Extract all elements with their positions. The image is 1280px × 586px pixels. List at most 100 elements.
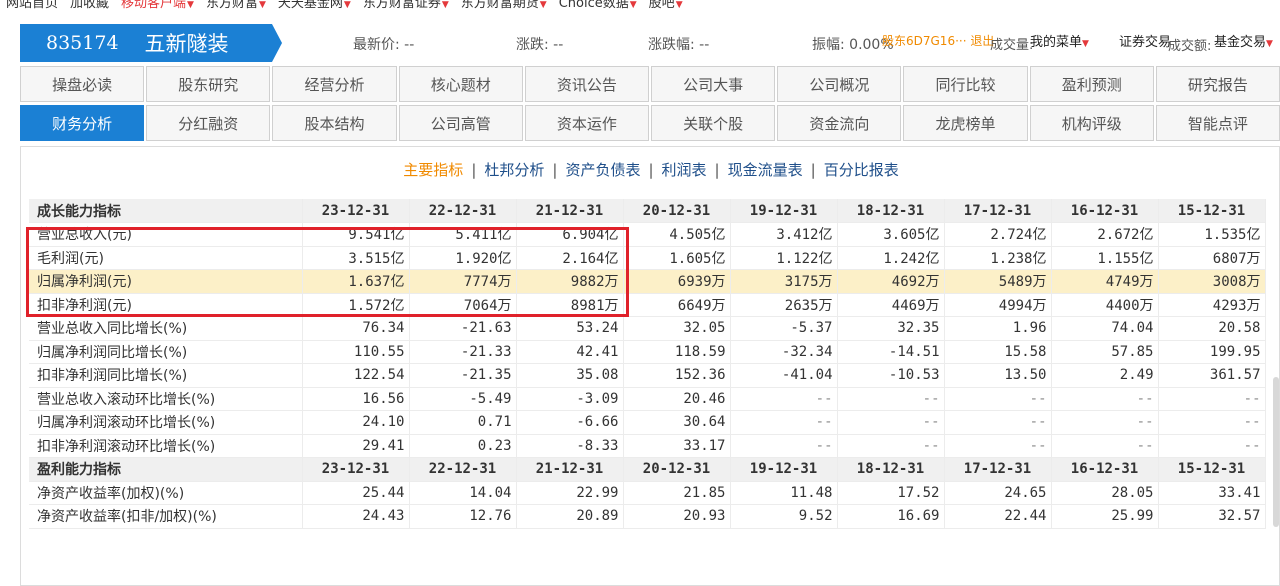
table-section-header: 盈利能力指标 23-12-31 22-12-31 21-12-31 20-12-31 19… bbox=[29, 457, 1266, 482]
table-cell: -5.37 bbox=[730, 316, 838, 341]
table-cell: 110.55 bbox=[302, 340, 410, 364]
table-cell: -- bbox=[1051, 410, 1159, 435]
topnav-item[interactable]: 加收藏 bbox=[64, 0, 115, 11]
nav-tab[interactable]: 资金流向 bbox=[777, 105, 902, 141]
topnav-item-label: Choice数据 bbox=[558, 0, 629, 11]
table-row: 营业总收入同比增长(%) 76.34 -21.63 53.24 32.05 -5.37 32… bbox=[29, 316, 1266, 341]
finance-subtab[interactable]: 主要指标 bbox=[403, 161, 463, 179]
period-header: 19-12-31 bbox=[730, 457, 838, 482]
nav-tab[interactable]: 资本运作 bbox=[524, 105, 650, 141]
table-cell: 118.59 bbox=[623, 340, 731, 364]
nav-tab[interactable]: 核心题材 bbox=[398, 66, 523, 102]
nav-tab[interactable]: 股本结构 bbox=[272, 105, 397, 141]
my-menu-dropdown[interactable]: 我的菜单▼ bbox=[1030, 31, 1089, 50]
nav-tab[interactable]: 龙虎榜单 bbox=[903, 105, 1028, 141]
price-change: 涨跌: -- bbox=[516, 34, 563, 54]
nav-tab[interactable]: 股东研究 bbox=[146, 66, 271, 102]
table-cell: 42.41 bbox=[516, 340, 624, 364]
topnav-item[interactable]: 天天基金网▼ bbox=[272, 0, 357, 11]
price-change-label: 涨跌: bbox=[516, 37, 549, 53]
finance-subtab[interactable]: 资产负债表 bbox=[565, 161, 640, 179]
table-cell: 14.04 bbox=[409, 481, 517, 505]
topnav-item[interactable]: 东方财富▼ bbox=[200, 0, 272, 11]
nav-tab[interactable]: 机构评级 bbox=[1029, 105, 1154, 141]
table-cell: 4469万 bbox=[837, 293, 945, 317]
row-label: 扣非净利润滚动环比增长(%) bbox=[29, 434, 303, 458]
nav-tab[interactable]: 同行比较 bbox=[903, 66, 1028, 102]
pct-change-value: -- bbox=[699, 37, 710, 53]
nav-tab[interactable]: 盈利预测 bbox=[1029, 66, 1154, 102]
nav-tab[interactable]: 经营分析 bbox=[272, 66, 397, 102]
highlight-annotation-box bbox=[26, 227, 629, 317]
table-cell: 1.155亿 bbox=[1051, 246, 1159, 270]
subtab-separator: | bbox=[471, 161, 477, 179]
table-cell: -- bbox=[837, 434, 945, 458]
subtab-separator: | bbox=[714, 161, 720, 179]
nav-tab[interactable]: 关联个股 bbox=[651, 105, 776, 141]
period-header: 22-12-31 bbox=[409, 457, 517, 482]
topnav-item[interactable]: 移动客户端▼ bbox=[115, 0, 200, 11]
nav-tab[interactable]: 公司大事 bbox=[651, 66, 776, 102]
table-cell: 20.58 bbox=[1158, 316, 1266, 341]
period-header: 23-12-31 bbox=[302, 457, 410, 482]
financial-panel: 主要指标 | 杜邦分析 | 资产负债表 | 利润表 | 现金流量表 | 百分比报表 成长能力指标 23… bbox=[20, 146, 1280, 586]
period-header: 17-12-31 bbox=[944, 457, 1052, 482]
topnav-item-label: 股吧 bbox=[648, 0, 675, 11]
row-label: 归属净利润同比增长(%) bbox=[29, 340, 303, 364]
topnav-item[interactable]: 东方财富期货▼ bbox=[455, 0, 553, 11]
stock-quote-bar: 835174 五新隧装 最新价: -- 涨跌: -- 涨跌幅: -- 振幅: 0… bbox=[0, 22, 1280, 64]
nav-tab[interactable]: 财务分析 bbox=[20, 105, 145, 141]
table-cell: -- bbox=[730, 410, 838, 435]
row-label: 盈利能力指标 bbox=[29, 457, 303, 482]
subtab-separator: | bbox=[648, 161, 654, 179]
table-cell: 122.54 bbox=[302, 363, 410, 388]
stock-name: 五新隧装 bbox=[144, 32, 229, 56]
nav-tab[interactable]: 分红融资 bbox=[146, 105, 271, 141]
finance-subtab[interactable]: 百分比报表 bbox=[824, 161, 899, 179]
period-header: 18-12-31 bbox=[837, 199, 945, 223]
finance-subtab[interactable]: 现金流量表 bbox=[728, 161, 803, 179]
topnav-item[interactable]: 股吧▼ bbox=[643, 0, 689, 11]
table-cell: 32.05 bbox=[623, 316, 731, 341]
topnav-item[interactable]: 网站首页 bbox=[0, 0, 64, 11]
finance-subtab[interactable]: 杜邦分析 bbox=[484, 161, 544, 179]
table-cell: -- bbox=[1158, 410, 1266, 435]
table-cell: 152.36 bbox=[623, 363, 731, 388]
row-label: 扣非净利润同比增长(%) bbox=[29, 363, 303, 388]
topnav-item[interactable]: Choice数据▼ bbox=[553, 0, 643, 11]
nav-tab[interactable]: 操盘必读 bbox=[20, 66, 145, 102]
table-cell: 1.242亿 bbox=[837, 246, 945, 270]
topnav-item[interactable]: 东方财富证券▼ bbox=[357, 0, 455, 11]
table-cell: -3.09 bbox=[516, 387, 624, 411]
volume-label: 成交量: bbox=[990, 38, 1034, 53]
latest-price-label: 最新价: bbox=[353, 37, 400, 53]
fund-trade-dropdown[interactable]: 基金交易▼ bbox=[1214, 31, 1273, 50]
table-cell: 0.71 bbox=[409, 410, 517, 435]
table-cell: -21.33 bbox=[409, 340, 517, 364]
subtab-separator: | bbox=[552, 161, 558, 179]
nav-tab[interactable]: 资讯公告 bbox=[524, 66, 650, 102]
table-cell: -5.49 bbox=[409, 387, 517, 411]
table-cell: 35.08 bbox=[516, 363, 624, 388]
table-cell: 3.605亿 bbox=[837, 222, 945, 247]
f10-navigation: 操盘必读 股东研究 经营分析 核心题材 资讯公告 公司大事 公司概况 同行比较 盈利预测 研究报告… bbox=[20, 66, 1280, 144]
table-cell: 74.04 bbox=[1051, 316, 1159, 341]
chevron-down-icon: ▼ bbox=[187, 0, 194, 10]
topnav-item-label: 东方财富 bbox=[205, 0, 258, 11]
securities-trade-dropdown[interactable]: 证券交易 bbox=[1119, 31, 1171, 50]
finance-subtab[interactable]: 利润表 bbox=[662, 161, 707, 179]
table-cell: 4400万 bbox=[1051, 293, 1159, 317]
nav-tab[interactable]: 公司概况 bbox=[777, 66, 902, 102]
table-cell: -32.34 bbox=[730, 340, 838, 364]
nav-tab[interactable]: 研究报告 bbox=[1155, 66, 1280, 102]
table-cell: 21.85 bbox=[623, 481, 731, 505]
vertical-scrollbar[interactable] bbox=[1273, 377, 1279, 527]
table-row: 扣非净利润滚动环比增长(%) 29.41 0.23 -8.33 33.17 -- -- -- -… bbox=[29, 434, 1266, 458]
user-account-link[interactable]: 股东6D7G16··· 退出 bbox=[882, 32, 994, 49]
period-header: 21-12-31 bbox=[516, 457, 624, 482]
table-cell: 361.57 bbox=[1158, 363, 1266, 388]
table-cell: -- bbox=[837, 387, 945, 411]
nav-tab[interactable]: 智能点评 bbox=[1155, 105, 1280, 141]
table-cell: -14.51 bbox=[837, 340, 945, 364]
nav-tab[interactable]: 公司高管 bbox=[398, 105, 523, 141]
